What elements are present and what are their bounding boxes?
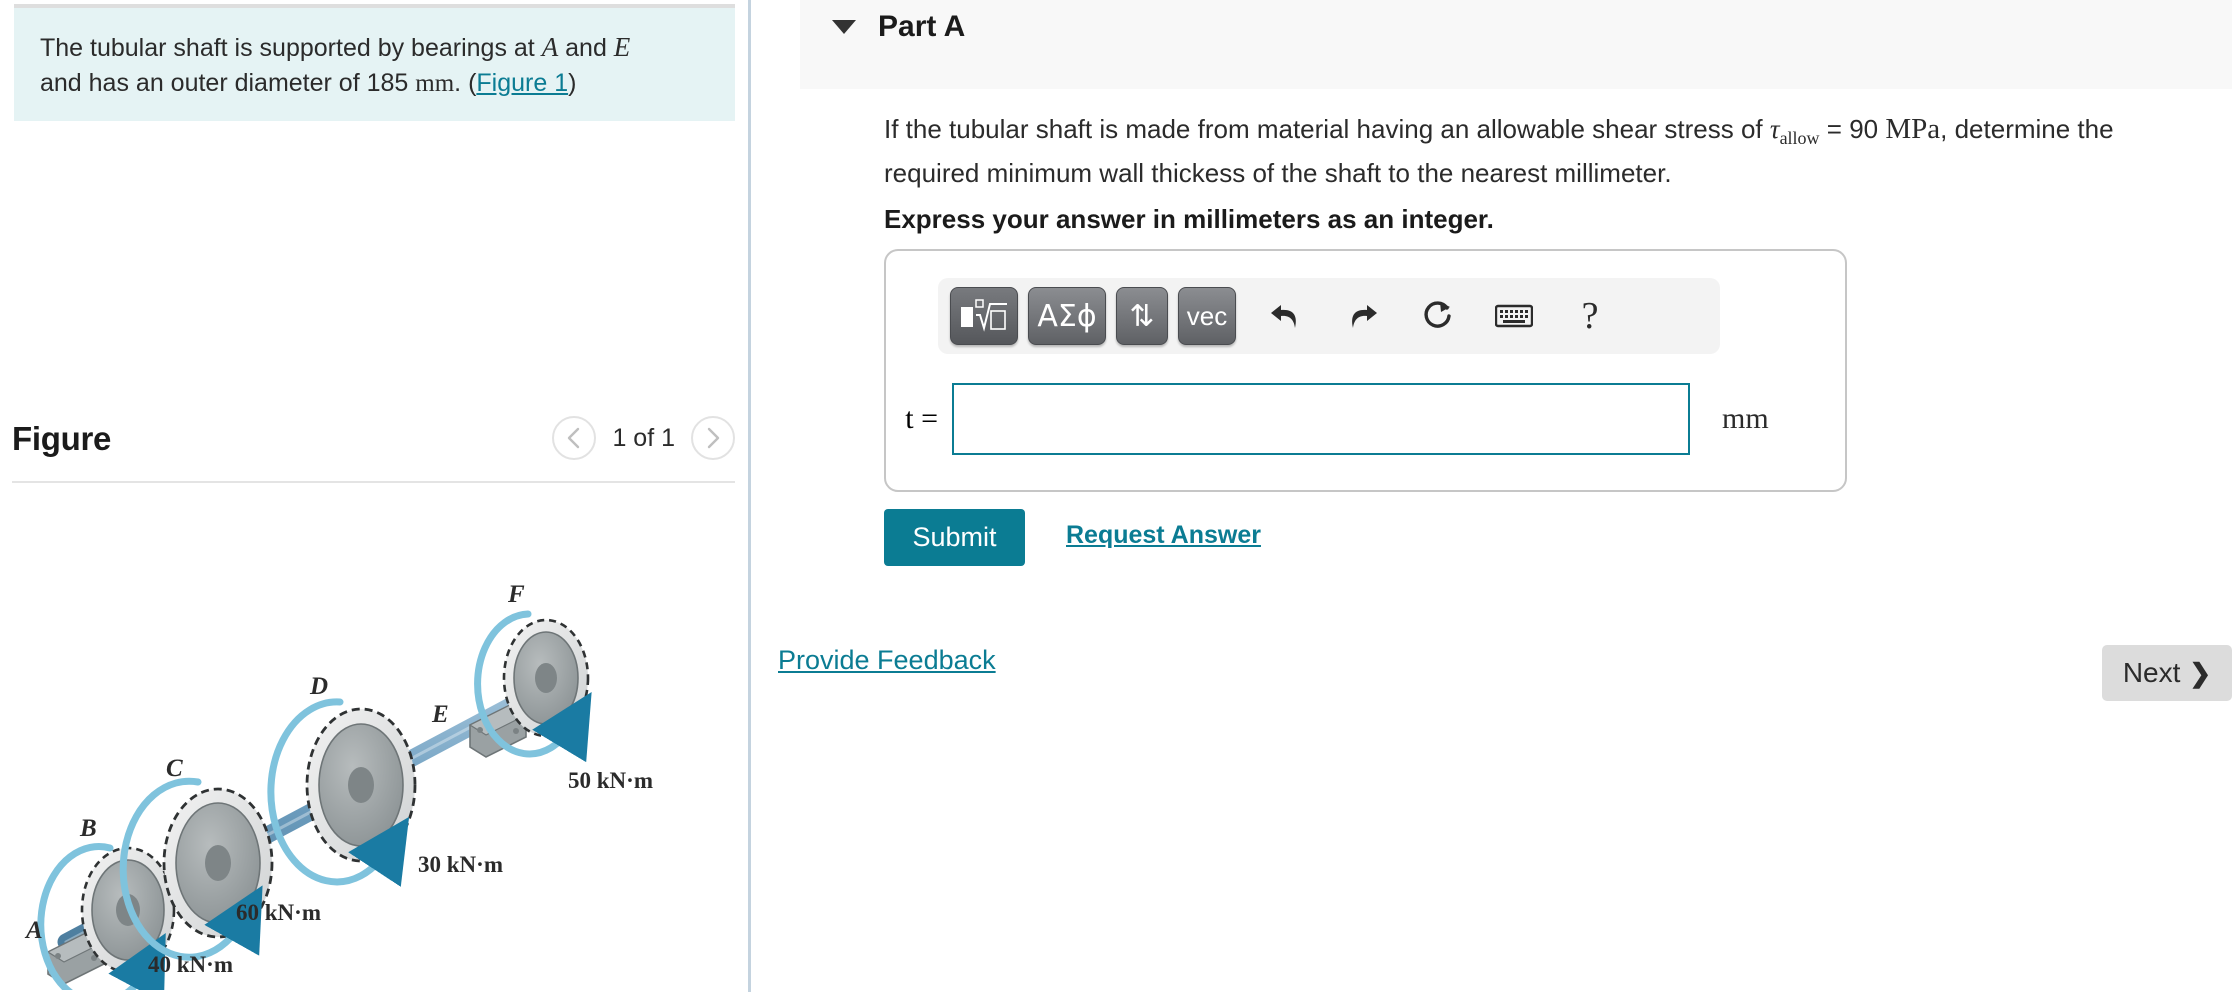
part-a-header[interactable]: Part A [800,0,2232,89]
help-button[interactable]: ? [1564,290,1616,342]
next-button-label: Next [2122,657,2181,688]
problem-text-part4: ) [568,69,577,97]
figure-page-count: 1 of 1 [612,423,675,452]
right-panel: Part A If the tubular shaft is made from… [754,0,2232,992]
gear-D [305,707,417,863]
figure-next-button[interactable] [691,416,735,460]
variable-E: E [613,32,631,62]
figure-divider [12,481,735,483]
chevron-right-icon [707,427,720,449]
figure-image: A B C D E F 40 kN·m 60 kN·m 30 kN·m 50 k… [18,560,728,992]
keyboard-button[interactable] [1488,290,1540,342]
problem-text-and: and [558,34,614,62]
math-toolbar: ΑΣϕ ⇅ vec ? [938,278,1720,354]
figure-label-D: D [309,673,328,700]
figure-1-link[interactable]: Figure 1 [476,69,568,97]
figure-pager: 1 of 1 [552,416,735,460]
undo-button[interactable] [1260,290,1312,342]
redo-button[interactable] [1336,290,1388,342]
express-answer-instruction: Express your answer in millimeters as an… [884,204,1494,234]
problem-statement-text: The tubular shaft is supported by bearin… [40,30,709,101]
sqrt-template-icon [961,299,1007,332]
page-root: The tubular shaft is supported by bearin… [0,0,2232,992]
more-symbols-button[interactable]: ⇅ [1116,287,1168,345]
question-text-part1: If the tubular shaft is made from materi… [884,114,1770,144]
figure-torque-40: 40 kN·m [148,952,233,977]
caret-down-icon[interactable] [832,20,856,34]
figure-label-C: C [166,755,183,782]
answer-variable-label: t = [905,402,938,435]
problem-statement-box: The tubular shaft is supported by bearin… [14,4,735,121]
request-answer-link[interactable]: Request Answer [1066,521,1261,550]
problem-text-part2: and has an outer diameter of 185 [40,69,416,97]
chevron-right-icon: ❯ [2189,657,2212,688]
vector-button[interactable]: vec [1178,287,1236,345]
sqrt-template-button[interactable] [950,287,1018,345]
keyboard-icon [1495,304,1533,328]
figure-torque-50: 50 kN·m [568,768,653,793]
problem-text-part1: The tubular shaft is supported by bearin… [40,34,542,62]
figure-label-B: B [79,815,97,842]
submit-button[interactable]: Submit [884,509,1025,566]
next-button[interactable]: Next ❯ [2102,645,2232,701]
figure-torque-60: 60 kN·m [236,900,321,925]
figure-label-F: F [507,581,525,608]
figure-label-E: E [431,701,449,728]
figure-label-A: A [24,917,43,944]
figure-title: Figure [12,420,112,457]
greek-symbols-button[interactable]: ΑΣϕ [1028,287,1106,345]
reset-icon [1424,301,1451,328]
question-text-part2: = 90 [1819,114,1886,144]
part-a-title: Part A [878,10,966,43]
tau-subscript: allow [1779,128,1820,149]
reset-button[interactable] [1412,290,1464,342]
figure-header: Figure 1 of 1 [12,412,735,474]
answer-input[interactable] [952,383,1690,455]
unit-mpa: MPa [1885,113,1941,145]
answer-entry-box: ΑΣϕ ⇅ vec ? t = mm [884,249,1847,492]
provide-feedback-link[interactable]: Provide Feedback [778,645,996,676]
figure-prev-button[interactable] [552,416,597,460]
undo-icon [1271,305,1296,328]
unit-mm-text: mm [415,70,455,97]
answer-unit-label: mm [1722,402,1769,435]
figure-torque-30: 30 kN·m [418,852,503,877]
gear-F [502,618,590,738]
variable-A: A [541,32,559,62]
question-text: If the tubular shaft is made from materi… [884,112,2204,191]
left-panel: The tubular shaft is supported by bearin… [0,0,751,992]
shaft-gear-diagram: A B C D E F 40 kN·m 60 kN·m 30 kN·m 50 k… [24,581,653,992]
chevron-left-icon [568,427,580,449]
answer-row: t = mm [886,379,1849,459]
redo-icon [1352,305,1377,328]
problem-text-part3: . ( [454,69,477,97]
tau-symbol: τ [1769,114,1780,144]
